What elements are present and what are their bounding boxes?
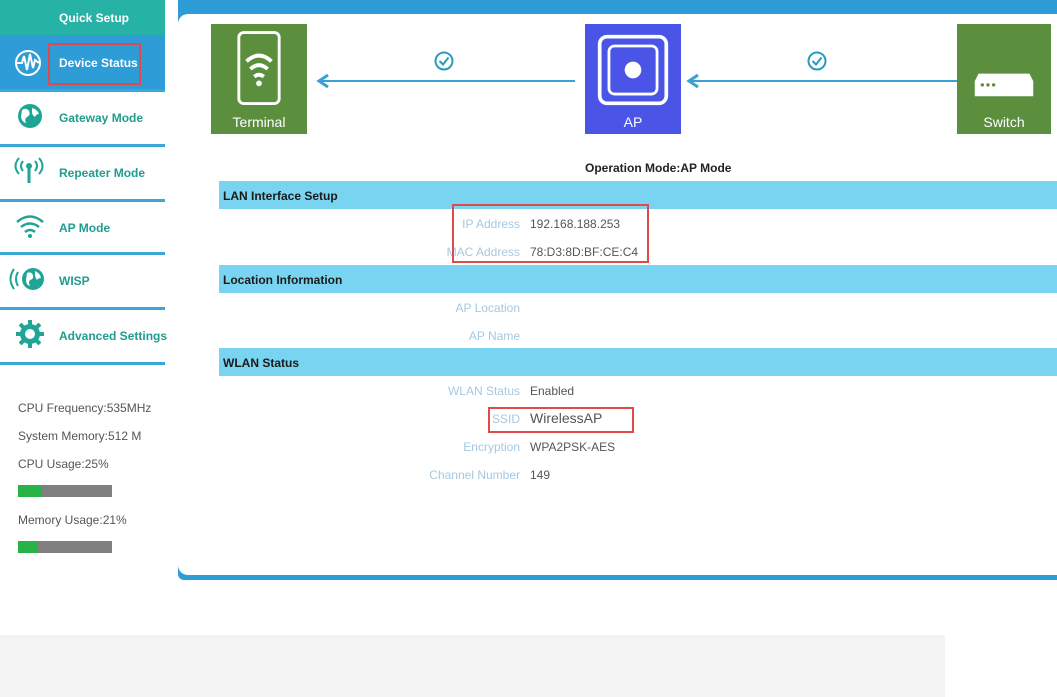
nav-ap-mode[interactable]: AP Mode [0,202,165,255]
arrow-left-icon [316,73,329,89]
system-memory: System Memory:512 M [18,429,142,443]
check-circle-icon [807,51,827,71]
encryption-label: Encryption [463,440,520,454]
device-status-highlight [48,43,141,85]
nav-ap-mode-label: AP Mode [59,221,111,235]
switch-icon [974,73,1034,97]
nav-gateway-mode-label: Gateway Mode [59,111,144,125]
terminal-link-line [320,80,575,82]
wifi-icon [16,215,44,238]
nav-repeater-mode[interactable]: Repeater Mode [0,147,165,202]
section-wlan-title: WLAN Status [223,356,299,370]
quick-setup-label: Quick Setup [59,11,130,25]
nav-repeater-mode-label: Repeater Mode [59,166,146,180]
nav-gateway-mode[interactable]: Gateway Mode [0,92,165,147]
arrow-left-icon [686,73,699,89]
ssid-highlight [488,407,634,433]
cpu-usage: CPU Usage:25% [18,457,109,471]
nav-wisp-label: WISP [59,274,90,288]
memory-usage-bar [18,541,112,553]
wlan-status-label: WLAN Status [447,384,520,398]
section-location: Location Information [219,265,1057,293]
globe-signal-icon [9,268,44,290]
ap-label: AP [623,114,643,130]
quick-setup-button[interactable]: Quick Setup [0,0,165,35]
tablet-icon [237,31,281,105]
ap-device-icon [597,34,669,106]
cpu-usage-fill [18,485,42,497]
switch-tile: Switch [957,24,1051,134]
ap-tile: AP [585,24,681,134]
section-wlan-status: WLAN Status [219,348,1057,376]
ap-location-label: AP Location [455,301,521,315]
section-lan-title: LAN Interface Setup [223,189,338,203]
memory-usage-fill [18,541,38,553]
pulse-icon [15,50,41,76]
check-circle-icon [434,51,454,71]
encryption-value: WPA2PSK-AES [530,440,616,454]
channel-number-label: Channel Number [429,468,520,482]
wlan-status-value: Enabled [530,384,575,398]
channel-number-value: 149 [530,468,551,482]
antenna-icon [14,157,44,183]
nav-wisp[interactable]: WISP [0,255,165,310]
switch-link-line [690,80,958,82]
content-panel: Terminal AP Switch [178,14,1057,575]
lan-highlight [452,204,649,263]
terminal-label: Terminal [232,114,286,130]
gear-icon [16,320,44,348]
nav-advanced-settings[interactable]: Advanced Settings [0,310,168,365]
globe-icon [18,104,42,128]
terminal-tile: Terminal [211,24,307,134]
footer-area [0,635,945,697]
operation-mode: Operation Mode:AP Mode [585,161,732,175]
section-location-title: Location Information [223,273,343,287]
nav-advanced-settings-label: Advanced Settings [59,329,168,343]
memory-usage: Memory Usage:21% [18,513,127,527]
cpu-frequency: CPU Frequency:535MHz [18,401,152,415]
sidebar: Quick Setup Device Status Gateway Mode R… [0,0,168,583]
cpu-usage-bar [18,485,112,497]
ap-name-label: AP Name [468,329,520,343]
switch-label: Switch [983,114,1025,130]
